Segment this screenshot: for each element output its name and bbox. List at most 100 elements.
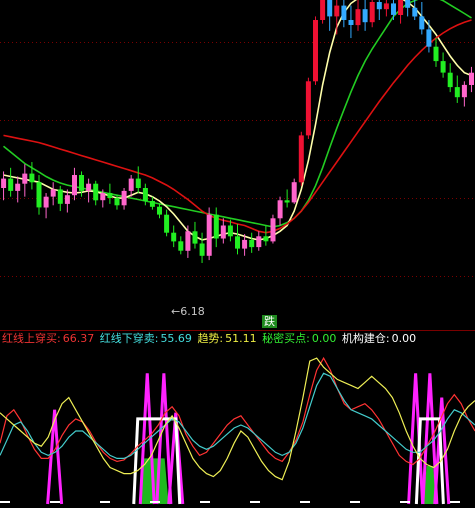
candle-body [256, 236, 262, 248]
candle [461, 81, 467, 107]
candle [220, 218, 226, 244]
candle-body [72, 175, 77, 196]
series-line-0 [0, 356, 475, 466]
candle [249, 232, 255, 253]
candle-body [313, 20, 318, 82]
candle-body [220, 225, 226, 239]
candle-body [142, 188, 148, 201]
candle-body [270, 218, 276, 242]
candle-body [369, 2, 375, 23]
candle-body [277, 200, 283, 219]
legend-label-sell: 红线下穿卖: [99, 332, 159, 345]
candle-body [121, 190, 127, 206]
candle [383, 0, 389, 17]
candle-body [15, 183, 21, 191]
candle [405, 0, 411, 17]
legend-label-buy: 红线上穿买: [2, 332, 61, 345]
candle [93, 180, 99, 206]
candle-body [383, 3, 389, 10]
candle-body [149, 201, 155, 207]
candle-body [43, 196, 49, 208]
candle-body [135, 178, 141, 188]
candle-body [185, 231, 191, 251]
candle-body [171, 232, 177, 242]
candle-body [398, 0, 404, 16]
candle [178, 236, 184, 255]
candle [135, 166, 141, 194]
candle [433, 38, 439, 67]
candle-body [100, 193, 106, 201]
candle-body [235, 236, 240, 249]
candle-body [192, 231, 198, 244]
candle [8, 167, 14, 197]
candle [107, 183, 113, 204]
candle [235, 224, 240, 255]
candle [369, 0, 375, 28]
candle-body [327, 0, 333, 17]
candle [391, 0, 396, 21]
candle-body [206, 214, 212, 256]
candle-body [107, 193, 113, 198]
series-line-2 [0, 357, 475, 481]
signal-marker: 跌 [262, 315, 277, 328]
candle [291, 178, 297, 204]
candle-body [355, 9, 361, 26]
legend-value-sell: 55.69 [160, 332, 192, 345]
legend-label-trend: 趋势: [197, 332, 224, 345]
candle [313, 16, 318, 85]
candle-body [79, 175, 84, 191]
candle [412, 0, 418, 21]
candle-body [440, 61, 446, 73]
candle [362, 0, 368, 31]
candle-body [426, 29, 432, 47]
candle-body [242, 239, 248, 249]
candle-body [291, 182, 297, 203]
candle [440, 52, 446, 78]
candle-body [36, 182, 42, 208]
candle [320, 0, 326, 24]
indicator-legend: 红线上穿买: 66.37 红线下穿卖: 55.69 趋势: 51.11 秘密买点: 0.… [2, 331, 418, 347]
candle-body [213, 214, 219, 239]
candle [355, 0, 361, 31]
candle-body [469, 72, 474, 85]
candle-body [433, 46, 439, 62]
legend-value-buy: 66.37 [62, 332, 95, 345]
candle [206, 207, 212, 261]
candle [50, 182, 56, 206]
candle-body [86, 183, 92, 191]
candle-body [320, 0, 326, 21]
candle [36, 175, 42, 215]
candle [199, 232, 205, 263]
candle [128, 175, 134, 197]
candle [298, 131, 304, 186]
candle-body [50, 189, 56, 197]
candle [376, 0, 382, 21]
candle-body [341, 5, 347, 20]
candle-body [114, 198, 120, 206]
candle [164, 209, 170, 237]
candle [57, 185, 63, 212]
legend-value-trend: 51.11 [225, 332, 257, 345]
candle [334, 0, 340, 35]
low-price-value: 6.18 [180, 305, 205, 318]
candle [86, 178, 92, 203]
candle-body [178, 241, 184, 251]
candle-body [405, 0, 411, 8]
legend-label-inst: 机构建仓: [341, 332, 390, 345]
candle [277, 196, 283, 226]
legend-value-inst: 0.00 [391, 332, 417, 345]
candle-body [8, 178, 14, 191]
candle-body [22, 173, 28, 184]
candle [256, 231, 262, 251]
candle [43, 193, 49, 219]
candle-body [298, 135, 304, 183]
series-line-1 [0, 372, 475, 459]
candle [398, 0, 404, 24]
candle-body [348, 20, 354, 25]
ma-yellow-line [3, 0, 472, 241]
candle-body [1, 178, 7, 188]
ma-red-line [3, 19, 472, 234]
candle-body [64, 195, 70, 204]
candle-body [128, 178, 134, 191]
candle [22, 164, 28, 197]
